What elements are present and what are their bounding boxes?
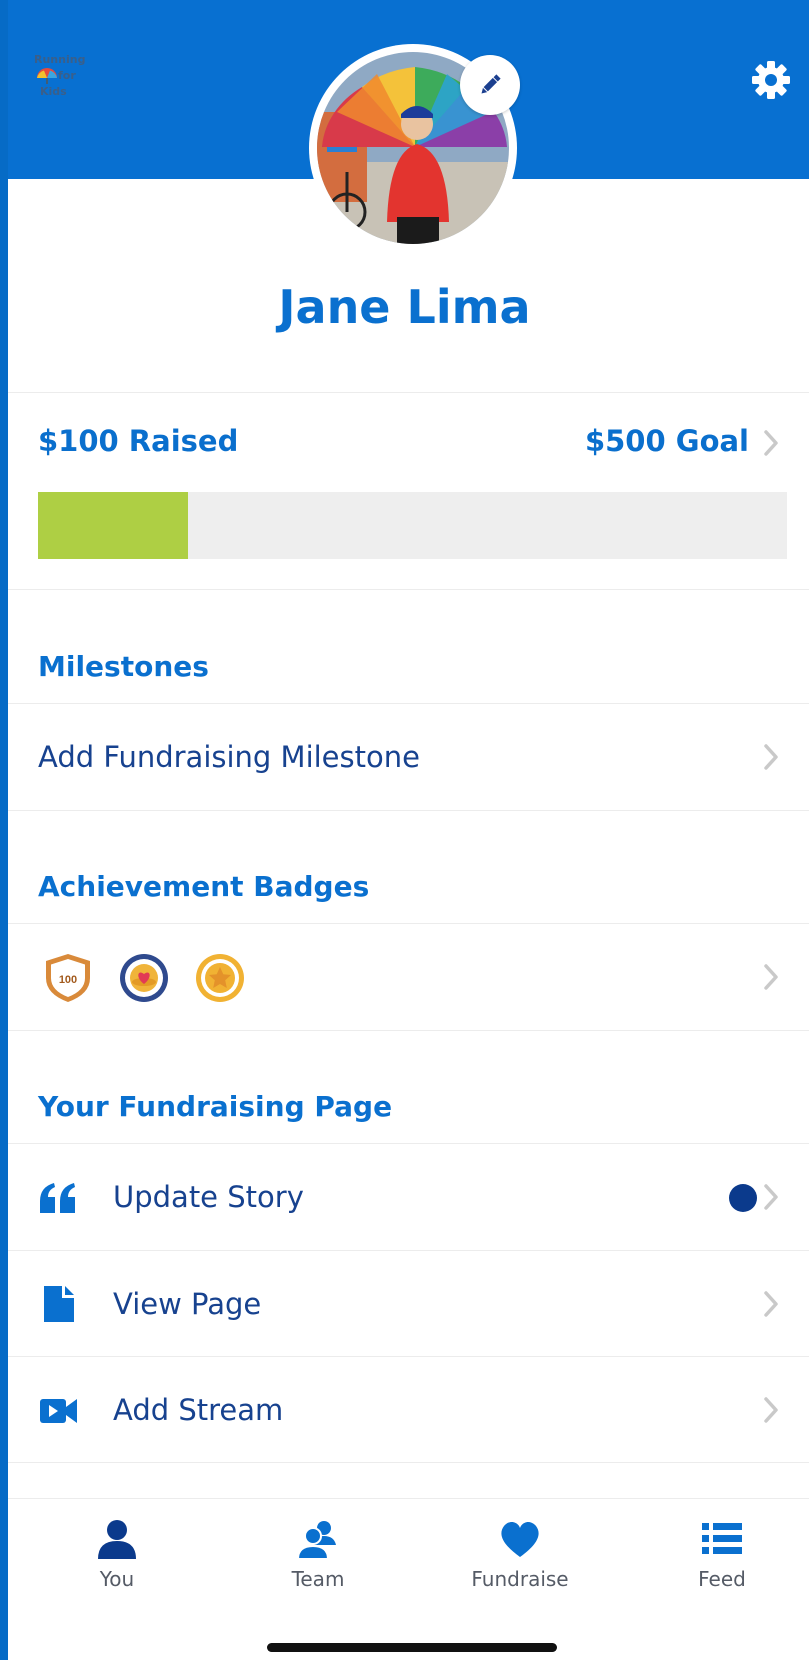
add-milestone-label: Add Fundraising Milestone bbox=[38, 740, 420, 774]
chevron-right-icon bbox=[764, 1397, 778, 1423]
team-icon bbox=[296, 1521, 336, 1559]
left-edge-bar bbox=[0, 0, 8, 1660]
divider bbox=[8, 810, 809, 811]
document-icon bbox=[44, 1286, 74, 1322]
progress-bar-fill bbox=[38, 492, 188, 559]
tab-feed-label: Feed bbox=[698, 1567, 746, 1591]
divider bbox=[8, 589, 809, 590]
badge-100-text: 100 bbox=[59, 974, 77, 986]
chevron-right-icon[interactable] bbox=[763, 430, 779, 456]
logo-text-3: Kids bbox=[40, 85, 67, 98]
chevron-right-icon bbox=[764, 964, 778, 990]
achievement-badges-heading: Achievement Badges bbox=[38, 870, 370, 903]
gear-icon bbox=[752, 61, 790, 99]
tab-feed[interactable]: Feed bbox=[652, 1519, 792, 1599]
tab-fundraise[interactable]: Fundraise bbox=[450, 1519, 590, 1599]
quote-icon bbox=[40, 1183, 75, 1213]
amount-raised: $100 Raised bbox=[38, 424, 239, 458]
divider bbox=[8, 1462, 809, 1463]
fundraising-goal-link[interactable]: $500 Goal bbox=[585, 424, 749, 458]
video-camera-icon bbox=[40, 1399, 77, 1423]
umbrella-icon bbox=[37, 68, 57, 84]
logo-text-2: for bbox=[58, 69, 76, 82]
view-page-label: View Page bbox=[113, 1287, 262, 1321]
update-story-row[interactable]: Update Story bbox=[8, 1144, 809, 1250]
tab-you[interactable]: You bbox=[47, 1519, 187, 1599]
add-milestone-row[interactable]: Add Fundraising Milestone bbox=[8, 704, 809, 810]
heart-icon bbox=[501, 1521, 539, 1557]
divider bbox=[8, 1030, 809, 1031]
milestones-heading: Milestones bbox=[38, 650, 209, 683]
person-icon bbox=[98, 1520, 136, 1559]
view-page-row[interactable]: View Page bbox=[8, 1251, 809, 1357]
fundraising-progress-bar bbox=[38, 492, 787, 559]
chevron-right-icon bbox=[764, 1291, 778, 1317]
shield-100-badge-icon: 100 bbox=[46, 954, 90, 1002]
fundraising-page-heading: Your Fundraising Page bbox=[38, 1090, 393, 1123]
pencil-icon bbox=[481, 74, 501, 94]
bottom-tab-bar: You Team Fundraise Feed bbox=[8, 1498, 809, 1660]
home-indicator bbox=[267, 1643, 557, 1652]
settings-button[interactable] bbox=[751, 60, 791, 100]
logo-text-1: Running bbox=[34, 53, 86, 66]
heart-coin-badge-icon bbox=[120, 954, 168, 1002]
add-stream-row[interactable]: Add Stream bbox=[8, 1357, 809, 1463]
star-badge-icon bbox=[196, 954, 244, 1002]
tab-fundraise-label: Fundraise bbox=[471, 1567, 569, 1591]
user-name: Jane Lima bbox=[278, 280, 531, 334]
edit-profile-button[interactable] bbox=[460, 55, 520, 115]
divider bbox=[8, 392, 809, 393]
app-logo: Running for Kids bbox=[32, 54, 92, 108]
tab-you-label: You bbox=[99, 1567, 135, 1591]
update-story-label: Update Story bbox=[113, 1180, 304, 1214]
notification-dot bbox=[729, 1184, 757, 1212]
chevron-right-icon bbox=[764, 744, 778, 770]
chevron-right-icon bbox=[764, 1184, 778, 1210]
list-icon bbox=[702, 1523, 742, 1554]
tab-team-label: Team bbox=[291, 1567, 345, 1591]
tab-team[interactable]: Team bbox=[248, 1519, 388, 1599]
add-stream-label: Add Stream bbox=[113, 1393, 284, 1427]
